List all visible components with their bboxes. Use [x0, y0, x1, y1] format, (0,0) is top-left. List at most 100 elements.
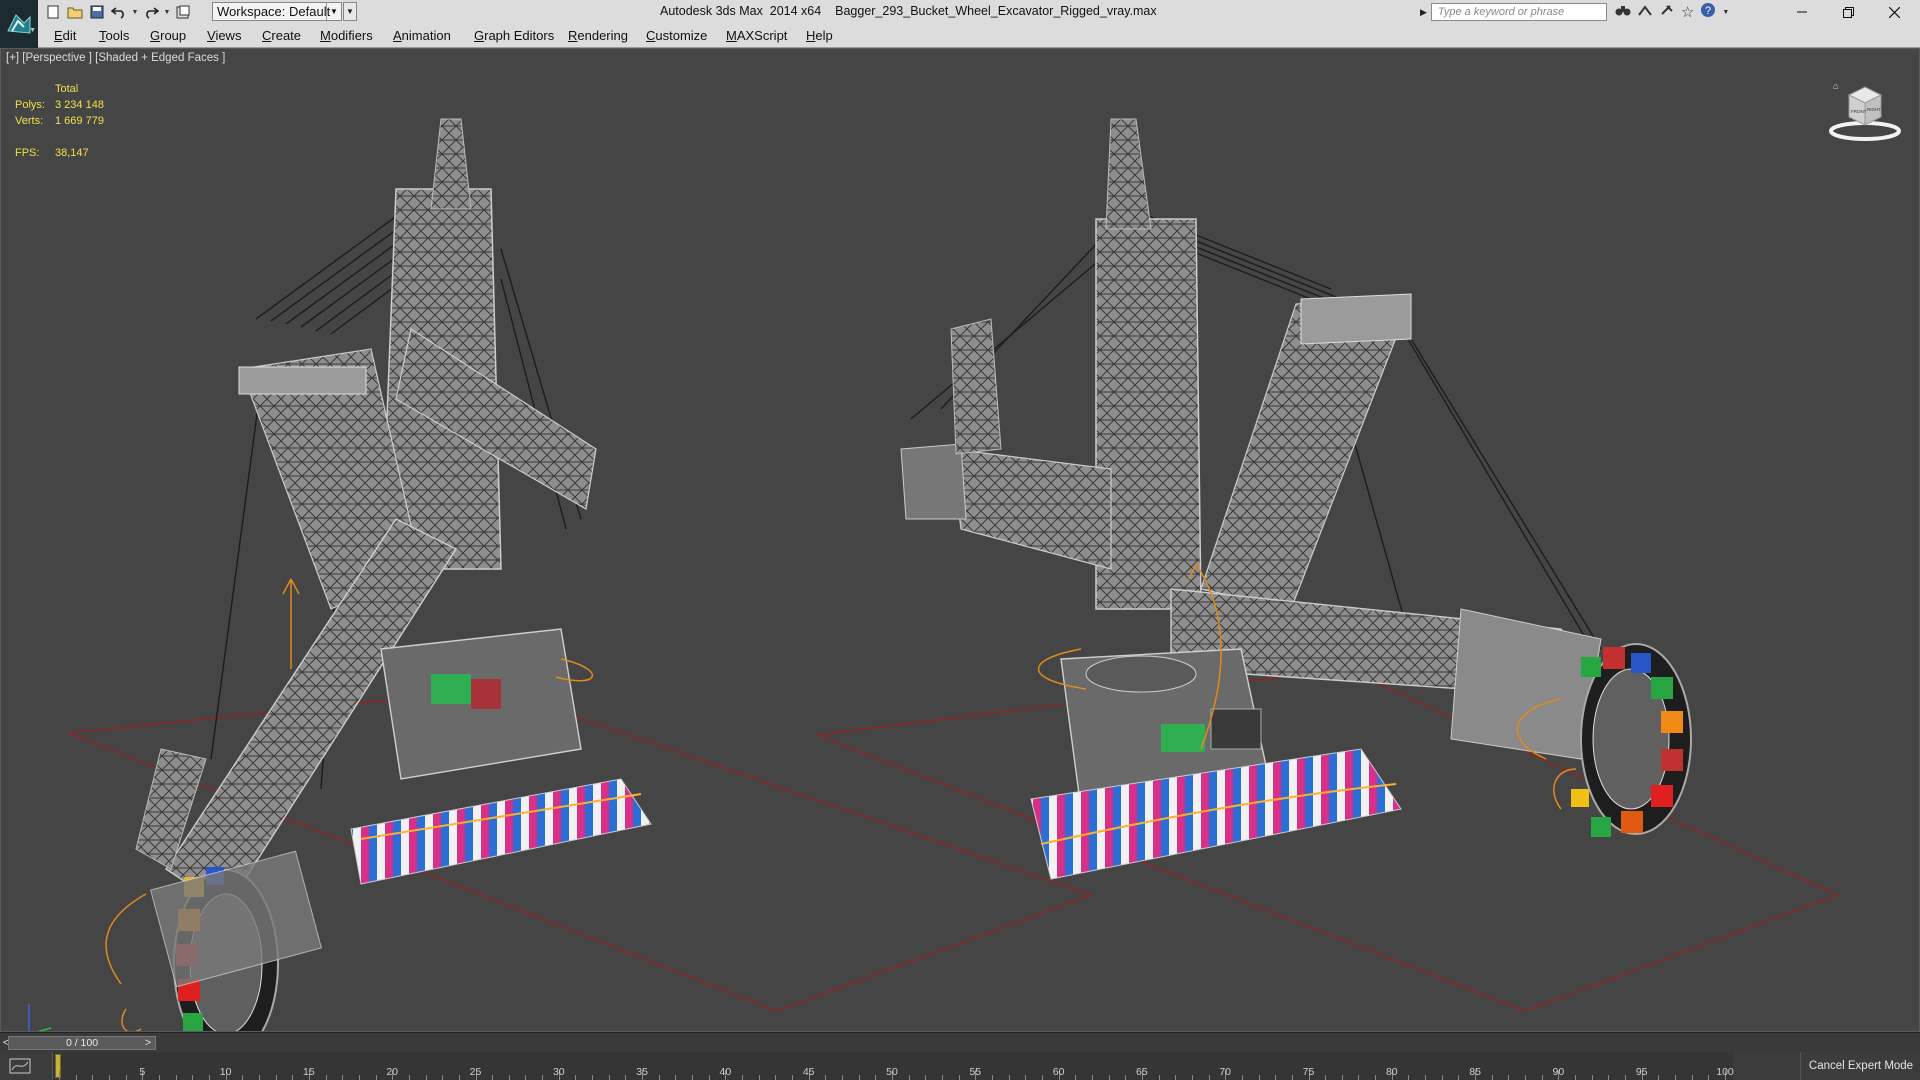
ruler-tick [1025, 1075, 1027, 1080]
ruler-tick-label: 90 [1552, 1066, 1565, 1078]
ruler-tick-label: 95 [1635, 1066, 1648, 1078]
ruler-tick [108, 1075, 110, 1080]
menu-animation[interactable]: Animation [393, 28, 451, 43]
ruler-tick [1091, 1075, 1093, 1080]
ruler-tick [1375, 1075, 1377, 1080]
file-name: Bagger_293_Bucket_Wheel_Excavator_Rigged… [835, 4, 1157, 18]
ruler-tick [242, 1075, 244, 1080]
ruler-tick [1491, 1075, 1493, 1080]
close-button[interactable] [1871, 0, 1917, 24]
viewcube-home-icon[interactable]: ⌂ [1833, 81, 1838, 91]
ruler-tick-label: 10 [219, 1066, 232, 1078]
satellite-icon[interactable] [1659, 3, 1675, 22]
ruler-tick [192, 1075, 194, 1080]
ruler-tick [1125, 1075, 1127, 1080]
ruler-tick [742, 1075, 744, 1080]
redo-dropdown-icon[interactable]: ▼ [162, 3, 172, 21]
menu-rendering[interactable]: Rendering [568, 28, 628, 43]
ruler-tick [542, 1075, 544, 1080]
ruler-tick [658, 1075, 660, 1080]
menu-graph-editors[interactable]: Graph Editors [474, 28, 554, 43]
new-file-icon[interactable] [42, 3, 64, 21]
time-next-button[interactable]: > [142, 1036, 154, 1050]
window-title: Autodesk 3ds Max 2014 x64 Bagger_293_Buc… [660, 4, 1157, 18]
ruler-tick [292, 1075, 294, 1080]
ruler-tick [675, 1075, 677, 1080]
ruler-tick [1508, 1075, 1510, 1080]
help-icon[interactable]: ? [1700, 2, 1716, 23]
ruler-tick [458, 1075, 460, 1080]
menu-group[interactable]: Group [150, 28, 186, 43]
redo-icon[interactable] [140, 3, 162, 21]
menu-edit[interactable]: Edit [54, 28, 76, 43]
menu-bar: Edit Tools Group Views Create Modifiers … [38, 24, 1920, 48]
app-menu-button[interactable]: ▼ [0, 0, 38, 48]
undo-icon[interactable] [108, 3, 130, 21]
help-dropdown-icon[interactable]: ▼ [1722, 9, 1729, 16]
viewcube-front-label: FRONT [1851, 109, 1867, 114]
ruler-tick [908, 1075, 910, 1080]
ruler-tick [1008, 1075, 1010, 1080]
workspace-dropdown[interactable]: Workspace: Default ▼ [212, 2, 342, 21]
menu-create[interactable]: Create [262, 28, 301, 43]
undo-dropdown-icon[interactable]: ▼ [130, 3, 140, 21]
cancel-expert-mode-button[interactable]: Cancel Expert Mode [1800, 1052, 1920, 1080]
ruler-tick [525, 1075, 527, 1080]
timeline-ruler[interactable]: 5 10 15 20 25 30 35 40 45 50 55 60 65 70 75 80 85 90 95 100 [52, 1052, 1734, 1080]
search-expand-icon[interactable]: ▶ [1420, 7, 1427, 18]
ruler-tick [1208, 1075, 1210, 1080]
current-frame-marker[interactable] [55, 1054, 61, 1078]
3dsmax-logo-icon [7, 14, 31, 34]
perspective-viewport[interactable]: [+] [Perspective ] [Shaded + Edged Faces… [0, 48, 1920, 1032]
app-name: Autodesk 3ds Max 2014 x64 [660, 4, 822, 18]
ruler-tick [1291, 1075, 1293, 1080]
ruler-tick [325, 1075, 327, 1080]
ruler-tick [92, 1075, 94, 1080]
menu-customize[interactable]: Customize [646, 28, 707, 43]
communication-center-icon[interactable] [1637, 3, 1653, 22]
ruler-tick [342, 1075, 344, 1080]
menu-maxscript[interactable]: MAXScript [726, 28, 787, 43]
restore-button[interactable] [1825, 0, 1871, 24]
ruler-tick [1425, 1075, 1427, 1080]
ruler-tick-label: 60 [1052, 1066, 1065, 1078]
open-mini-curve-editor-icon[interactable] [6, 1057, 34, 1075]
ruler-tick [1258, 1075, 1260, 1080]
ruler-tick [1591, 1075, 1593, 1080]
viewcube[interactable]: ⌂ FRONT RIGHT [1827, 81, 1901, 141]
menu-tools[interactable]: Tools [99, 28, 129, 43]
svg-text:?: ? [1705, 5, 1711, 17]
ruler-tick [175, 1075, 177, 1080]
ruler-tick [1075, 1075, 1077, 1080]
ruler-tick [208, 1075, 210, 1080]
ruler-tick [158, 1075, 160, 1080]
menu-views[interactable]: Views [207, 28, 241, 43]
search-input[interactable]: Type a keyword or phrase [1430, 3, 1607, 21]
ruler-tick [575, 1075, 577, 1080]
ruler-tick [875, 1075, 877, 1080]
bucket-wheel-right [1571, 643, 1692, 837]
minimize-button[interactable] [1779, 0, 1825, 24]
chevron-down-icon: ▼ [326, 3, 341, 20]
ruler-tick [1541, 1075, 1543, 1080]
favorites-star-icon[interactable]: ☆ [1681, 3, 1694, 21]
ruler-tick [625, 1075, 627, 1080]
open-folder-icon[interactable] [64, 3, 86, 21]
ruler-tick [1408, 1075, 1410, 1080]
save-icon[interactable] [86, 3, 108, 21]
time-slider[interactable]: 0 / 100 [8, 1036, 156, 1050]
project-folder-icon[interactable] [172, 3, 194, 21]
menu-help[interactable]: Help [806, 28, 833, 43]
ruler-tick [1458, 1075, 1460, 1080]
binoculars-icon[interactable] [1615, 3, 1631, 22]
ruler-tick [858, 1075, 860, 1080]
bucket-wheel-left [150, 850, 322, 1031]
ruler-tick [508, 1075, 510, 1080]
workspace-expand-button[interactable]: ▼ [343, 2, 357, 21]
menu-modifiers[interactable]: Modifiers [320, 28, 373, 43]
ruler-tick [1625, 1075, 1627, 1080]
ruler-tick [408, 1075, 410, 1080]
ruler-tick [375, 1075, 377, 1080]
ruler-tick [692, 1075, 694, 1080]
ruler-tick [1158, 1075, 1160, 1080]
